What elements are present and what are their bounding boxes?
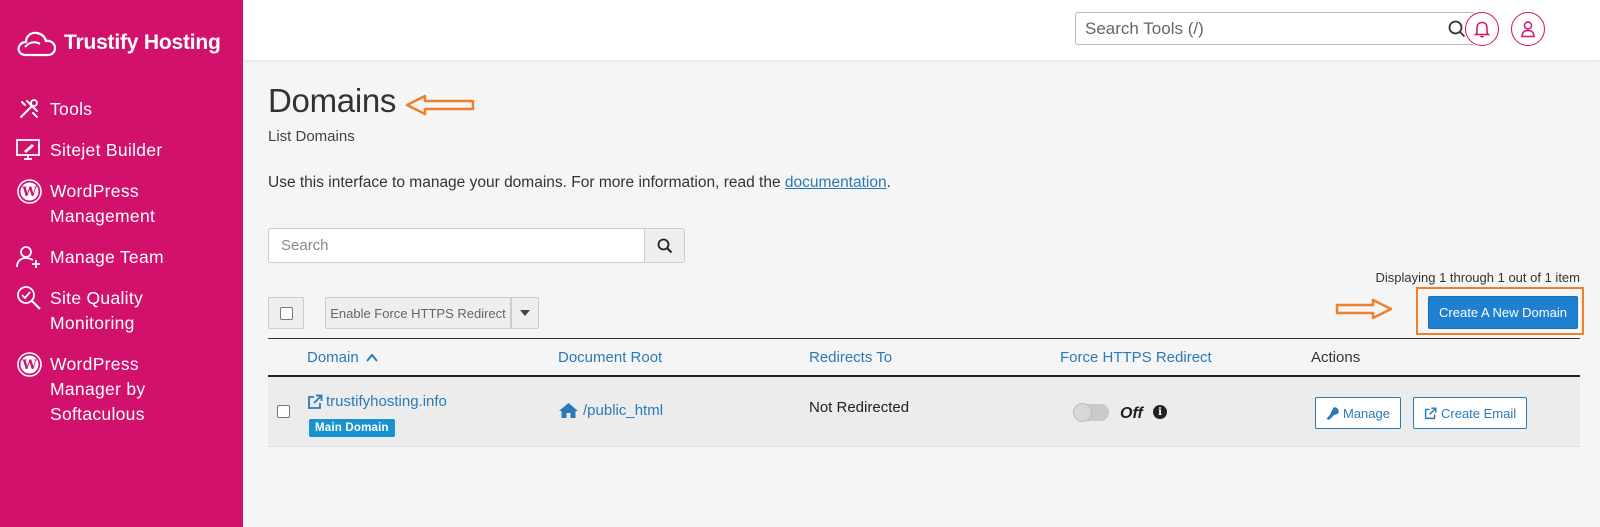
column-force-https[interactable]: Force HTTPS Redirect [1060,349,1212,366]
column-actions: Actions [1311,349,1361,366]
wordpress-icon: W [16,351,42,377]
domain-link[interactable]: trustifyhosting.info [307,393,447,410]
svg-text:W: W [21,358,37,373]
force-https-status: Off [1120,405,1143,422]
user-add-icon [16,244,42,270]
create-domain-button[interactable]: Create A New Domain [1428,296,1578,329]
column-domain[interactable]: Domain [307,349,378,366]
sidebar-item-sitejet[interactable]: Sitejet Builder [16,137,162,163]
home-icon [559,403,578,418]
tools-icon [16,96,42,122]
intro-text-end: . [886,174,891,191]
sidebar: Trustify Hosting Tools Sitejet Builder W… [0,0,243,527]
domain-search-button[interactable] [644,228,685,263]
pagination-info: Displaying 1 through 1 out of 1 item [1375,270,1580,285]
notifications-button[interactable] [1465,12,1499,46]
manage-label: Manage [1343,405,1390,421]
external-link-icon [1424,406,1437,419]
sidebar-item-label: Sitejet Builder [50,140,163,160]
user-menu-button[interactable] [1511,12,1545,46]
domain-search [268,228,685,263]
sidebar-item-site-quality[interactable]: Site Quality Monitoring [16,285,143,336]
domain-search-input[interactable] [268,228,644,263]
create-email-button[interactable]: Create Email [1413,397,1528,429]
brand-name: Trustify Hosting [64,31,221,54]
tools-search-box [1075,12,1475,45]
toggle-knob [1073,403,1092,422]
sidebar-item-label: Tools [50,99,93,119]
user-icon [1521,21,1535,38]
intro-text-body: Use this interface to manage your domain… [268,174,785,191]
column-redirects-to[interactable]: Redirects To [809,349,892,366]
manage-button[interactable]: Manage [1315,397,1401,429]
column-label: Domain [307,349,359,366]
cloud-icon [17,31,57,57]
sidebar-item-label: Site Quality Monitoring [50,288,144,333]
sidebar-item-wordpress-management[interactable]: W WordPress Management [16,178,155,229]
external-link-icon [308,394,323,409]
magnify-check-icon [16,285,42,311]
info-icon[interactable]: i [1153,405,1167,419]
document-root-path: /public_html [583,402,664,419]
domains-table: Domain Document Root Redirects To Force … [268,338,1580,447]
sidebar-item-wordpress-manager[interactable]: W WordPress Manager by Softaculous [16,351,145,427]
main-domain-badge: Main Domain [309,419,395,437]
tools-search-input[interactable] [1076,13,1436,44]
search-icon [657,238,672,253]
bulk-action-dropdown[interactable] [511,297,539,329]
sidebar-item-label: Manage Team [50,247,164,267]
bulk-action-button[interactable]: Enable Force HTTPS Redirect [325,297,511,329]
brand-logo[interactable]: Trustify Hosting [16,28,221,58]
page-subtitle: List Domains [268,128,355,145]
checkbox [279,306,293,320]
checkbox [277,405,290,418]
annotation-arrow-left [405,94,475,116]
redirect-status: Not Redirected [809,399,910,416]
create-email-label: Create Email [1441,405,1517,421]
sidebar-item-manage-team[interactable]: Manage Team [16,244,164,270]
wordpress-icon: W [16,178,42,204]
svg-text:W: W [21,185,37,200]
force-https-toggle[interactable] [1073,403,1109,422]
search-icon[interactable] [1448,20,1466,43]
table-row: trustifyhosting.info Main Domain /public… [268,377,1580,447]
annotation-arrow-right [1335,298,1393,320]
caret-down-icon [520,310,530,316]
sidebar-item-label: WordPress Manager by Softaculous [50,354,146,424]
documentation-link[interactable]: documentation [785,174,887,191]
top-header [243,0,1600,60]
table-header: Domain Document Root Redirects To Force … [268,338,1580,377]
domain-name: trustifyhosting.info [326,393,447,410]
bell-icon [1474,21,1490,38]
document-root-link[interactable]: /public_html [558,402,663,419]
wrench-icon [1326,406,1339,420]
select-all-checkbox[interactable] [268,297,304,329]
sidebar-item-label: WordPress Management [50,181,156,226]
column-document-root[interactable]: Document Root [558,349,662,366]
row-checkbox[interactable] [277,405,290,418]
page-title: Domains [268,82,397,119]
monitor-pen-icon [16,137,42,163]
sort-ascending-icon [366,353,378,362]
sidebar-item-tools[interactable]: Tools [16,96,92,122]
intro-text: Use this interface to manage your domain… [268,174,891,192]
